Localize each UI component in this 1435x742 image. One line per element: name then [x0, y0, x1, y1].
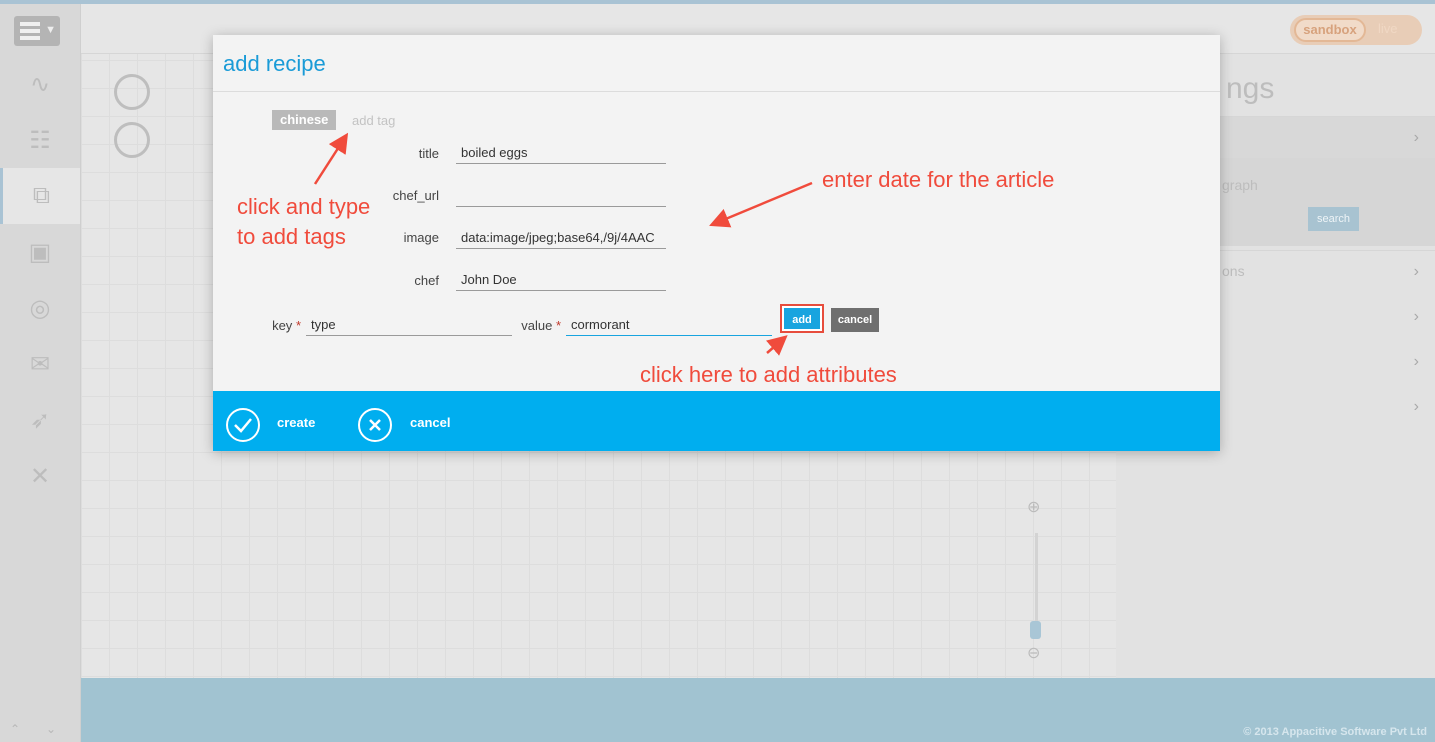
- link-icon[interactable]: [114, 122, 150, 158]
- value-label-text: value: [521, 318, 553, 333]
- chevron-down-icon: ▼: [45, 24, 56, 36]
- required-mark: *: [555, 318, 561, 333]
- chevron-right-icon: ›: [1413, 308, 1419, 325]
- title-label: title: [418, 146, 439, 161]
- tools-icon[interactable]: ✕: [0, 448, 80, 504]
- title-field[interactable]: boiled eggs: [456, 142, 666, 164]
- schema-icon[interactable]: ☷: [0, 112, 80, 168]
- dialog-title: add recipe: [223, 51, 326, 76]
- list-icon: [20, 22, 40, 40]
- zoom-handle[interactable]: [1030, 621, 1041, 639]
- sandbox-option[interactable]: sandbox: [1294, 18, 1366, 42]
- cancel-attribute-button[interactable]: cancel: [831, 308, 879, 332]
- copyright-text: © 2013 Appacitive Software Pvt Ltd: [1243, 726, 1427, 738]
- graph-label: graph: [1222, 177, 1258, 193]
- chef-label: chef: [414, 273, 439, 288]
- annotation-tags-line2: to add tags: [237, 224, 346, 249]
- create-button[interactable]: create: [277, 415, 315, 430]
- checkmark-icon[interactable]: [226, 408, 260, 442]
- target-icon[interactable]: [114, 74, 150, 110]
- zoom-track[interactable]: [1035, 533, 1038, 633]
- chevron-right-icon: ›: [1413, 353, 1419, 370]
- zoom-slider[interactable]: ⊕ ⊖: [1027, 497, 1047, 665]
- dialog-footer: create cancel: [213, 391, 1220, 451]
- sidebar-scroll-arrows[interactable]: ⌃⌄: [10, 722, 82, 736]
- annotation-tags-line1: click and type: [237, 194, 371, 219]
- tag-chip[interactable]: chinese: [272, 110, 337, 130]
- key-label-text: key: [272, 318, 293, 333]
- chevron-right-icon: ›: [1413, 129, 1419, 146]
- annotation-tags: click and type to add tags: [237, 192, 370, 252]
- rocket-icon[interactable]: ➶: [0, 392, 80, 448]
- zoom-out-icon[interactable]: ⊖: [1027, 643, 1040, 663]
- environment-toggle[interactable]: sandbox live: [1290, 15, 1422, 45]
- chevron-right-icon: ›: [1413, 398, 1419, 415]
- right-panel-title: ngs: [1226, 72, 1275, 105]
- dialog-header: add recipe: [213, 35, 1220, 92]
- annotation-attributes: click here to add attributes: [640, 362, 897, 387]
- console-icon[interactable]: ▣: [0, 224, 80, 280]
- menu-toggle-button[interactable]: ▼: [14, 16, 60, 46]
- search-button[interactable]: search: [1308, 207, 1359, 231]
- required-mark: *: [295, 318, 301, 333]
- chef-field[interactable]: John Doe: [456, 269, 666, 291]
- annotation-date: enter date for the article: [822, 167, 1055, 192]
- mail-icon[interactable]: ✉: [0, 336, 80, 392]
- live-option[interactable]: live: [1378, 21, 1398, 36]
- add-tag-input[interactable]: add tag: [352, 113, 395, 128]
- right-panel-row-label: ons: [1222, 263, 1245, 279]
- key-label: key *: [213, 318, 301, 333]
- chevron-right-icon: ›: [1413, 263, 1419, 280]
- relations-icon[interactable]: ⧉: [0, 168, 80, 224]
- broadcast-icon[interactable]: ◎: [0, 280, 80, 336]
- add-attribute-button[interactable]: add: [780, 304, 824, 333]
- sidebar: ▼ ∿ ☷ ⧉ ▣ ◎ ✉ ➶ ✕ ⌃⌄: [0, 4, 81, 742]
- app-footer: © 2013 Appacitive Software Pvt Ltd: [81, 678, 1435, 742]
- close-icon[interactable]: [358, 408, 392, 442]
- cancel-button[interactable]: cancel: [410, 415, 450, 430]
- chef-url-field[interactable]: [456, 185, 666, 207]
- value-label: value *: [463, 318, 561, 333]
- activity-icon[interactable]: ∿: [0, 56, 80, 112]
- image-field[interactable]: data:image/jpeg;base64,/9j/4AAC: [456, 227, 666, 249]
- value-field[interactable]: cormorant: [566, 314, 772, 336]
- zoom-in-icon[interactable]: ⊕: [1027, 497, 1040, 517]
